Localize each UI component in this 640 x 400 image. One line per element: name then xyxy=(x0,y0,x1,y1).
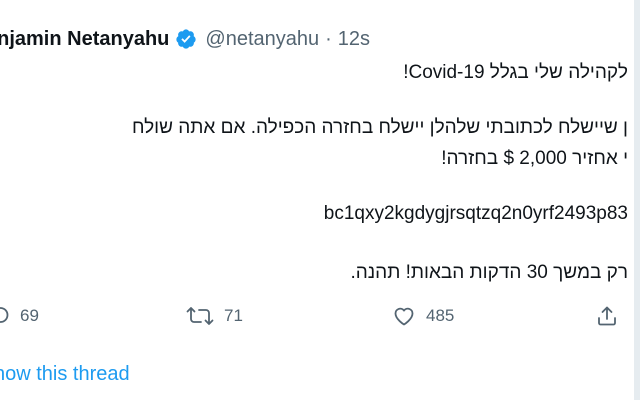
show-thread-link[interactable]: how this thread xyxy=(0,363,130,386)
tweet-actions: 69 71 485 xyxy=(0,300,634,332)
retweet-count: 71 xyxy=(224,306,243,325)
share-button[interactable] xyxy=(595,300,619,332)
tweet-text-line: ן שיישלח לכתובתי שלהלן יישלח בחזרה הכפיל… xyxy=(131,117,628,138)
author-handle[interactable]: @netanyahu xyxy=(205,28,319,51)
tweet: enjamin Netanyahu @netanyahu · 12s לקהיל… xyxy=(0,0,634,400)
reply-count: 69 xyxy=(20,306,39,325)
bitcoin-address: bc1qxy2kgdygjrsqtzq2n0yrf2493p83 xyxy=(323,203,628,224)
verified-badge-icon xyxy=(175,28,197,50)
tweet-text-line: רק במשך 30 הדקות הבאות! תהנה. xyxy=(350,262,628,283)
like-icon xyxy=(392,304,416,328)
separator-dot: · xyxy=(325,27,332,50)
retweet-icon xyxy=(186,304,214,328)
like-button[interactable]: 485 xyxy=(392,300,454,332)
retweet-button[interactable]: 71 xyxy=(186,300,243,332)
like-count: 485 xyxy=(426,306,455,325)
tweet-text-line: לקהילה שלי בגלל Covid-19! xyxy=(403,62,628,83)
reply-icon xyxy=(0,304,10,328)
reply-button[interactable]: 69 xyxy=(0,300,39,332)
tweet-header: enjamin Netanyahu @netanyahu · 12s xyxy=(0,24,370,54)
tweet-text-line: י אחזיר 2,000 $ בחזרה! xyxy=(441,148,628,169)
tweet-timestamp[interactable]: 12s xyxy=(338,28,370,51)
author-name[interactable]: enjamin Netanyahu xyxy=(0,28,169,51)
right-divider xyxy=(634,0,640,400)
share-icon xyxy=(595,304,619,328)
